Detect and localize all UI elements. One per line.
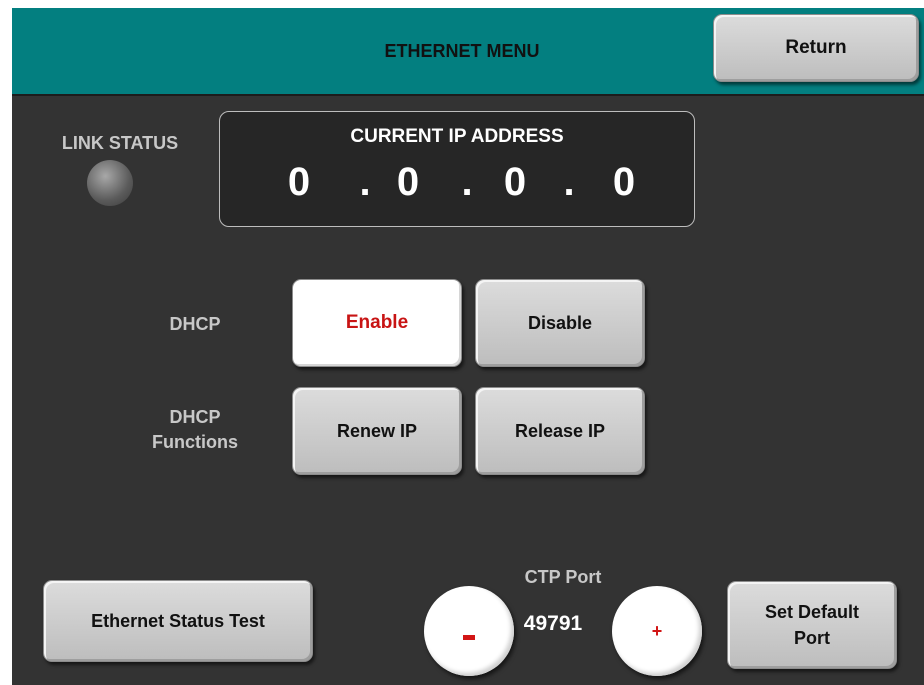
ip-separator: . — [461, 160, 473, 204]
ctp-port-value: 49791 — [523, 612, 583, 635]
dhcp-functions-label: DHCP Functions — [130, 405, 260, 455]
set-default-port-label-line1: Set Default — [764, 602, 860, 622]
current-ip-title: CURRENT IP ADDRESS — [350, 126, 564, 147]
ip-separator: . — [563, 160, 575, 204]
ctp-port-label: CTP Port — [524, 567, 602, 587]
ip-address-value: 0 . 0 . 0 . 0 — [220, 160, 694, 220]
link-status-indicator — [87, 160, 133, 206]
dhcp-label: DHCP — [169, 314, 221, 334]
minus-icon — [463, 634, 475, 640]
port-decrement-button[interactable] — [424, 586, 514, 676]
ip-separator: . — [359, 160, 371, 204]
ip-octet-3: 0 — [503, 160, 527, 204]
release-ip-button[interactable]: Release IP — [475, 387, 645, 475]
ip-octet-4: 0 — [612, 160, 636, 204]
set-default-port-label-line2: Port — [794, 628, 830, 648]
ethernet-status-test-button[interactable]: Ethernet Status Test — [43, 580, 313, 662]
renew-ip-button[interactable]: Renew IP — [292, 387, 462, 475]
set-default-port-button[interactable]: Set Default Port — [727, 581, 897, 669]
dhcp-functions-label-line2: Functions — [152, 432, 238, 452]
dhcp-functions-label-line1: DHCP — [169, 407, 221, 427]
dhcp-enable-button[interactable]: Enable — [292, 279, 462, 367]
plus-icon: + — [651, 620, 663, 641]
current-ip-panel: CURRENT IP ADDRESS 0 . 0 . 0 . 0 — [219, 111, 695, 227]
port-increment-button[interactable]: + — [612, 586, 702, 676]
ip-octet-1: 0 — [287, 160, 311, 204]
link-status-label: LINK STATUS — [61, 133, 179, 153]
return-button[interactable]: Return — [713, 14, 919, 82]
dhcp-disable-button[interactable]: Disable — [475, 279, 645, 367]
ip-octet-2: 0 — [396, 160, 420, 204]
page-title: ETHERNET MENU — [384, 41, 540, 61]
